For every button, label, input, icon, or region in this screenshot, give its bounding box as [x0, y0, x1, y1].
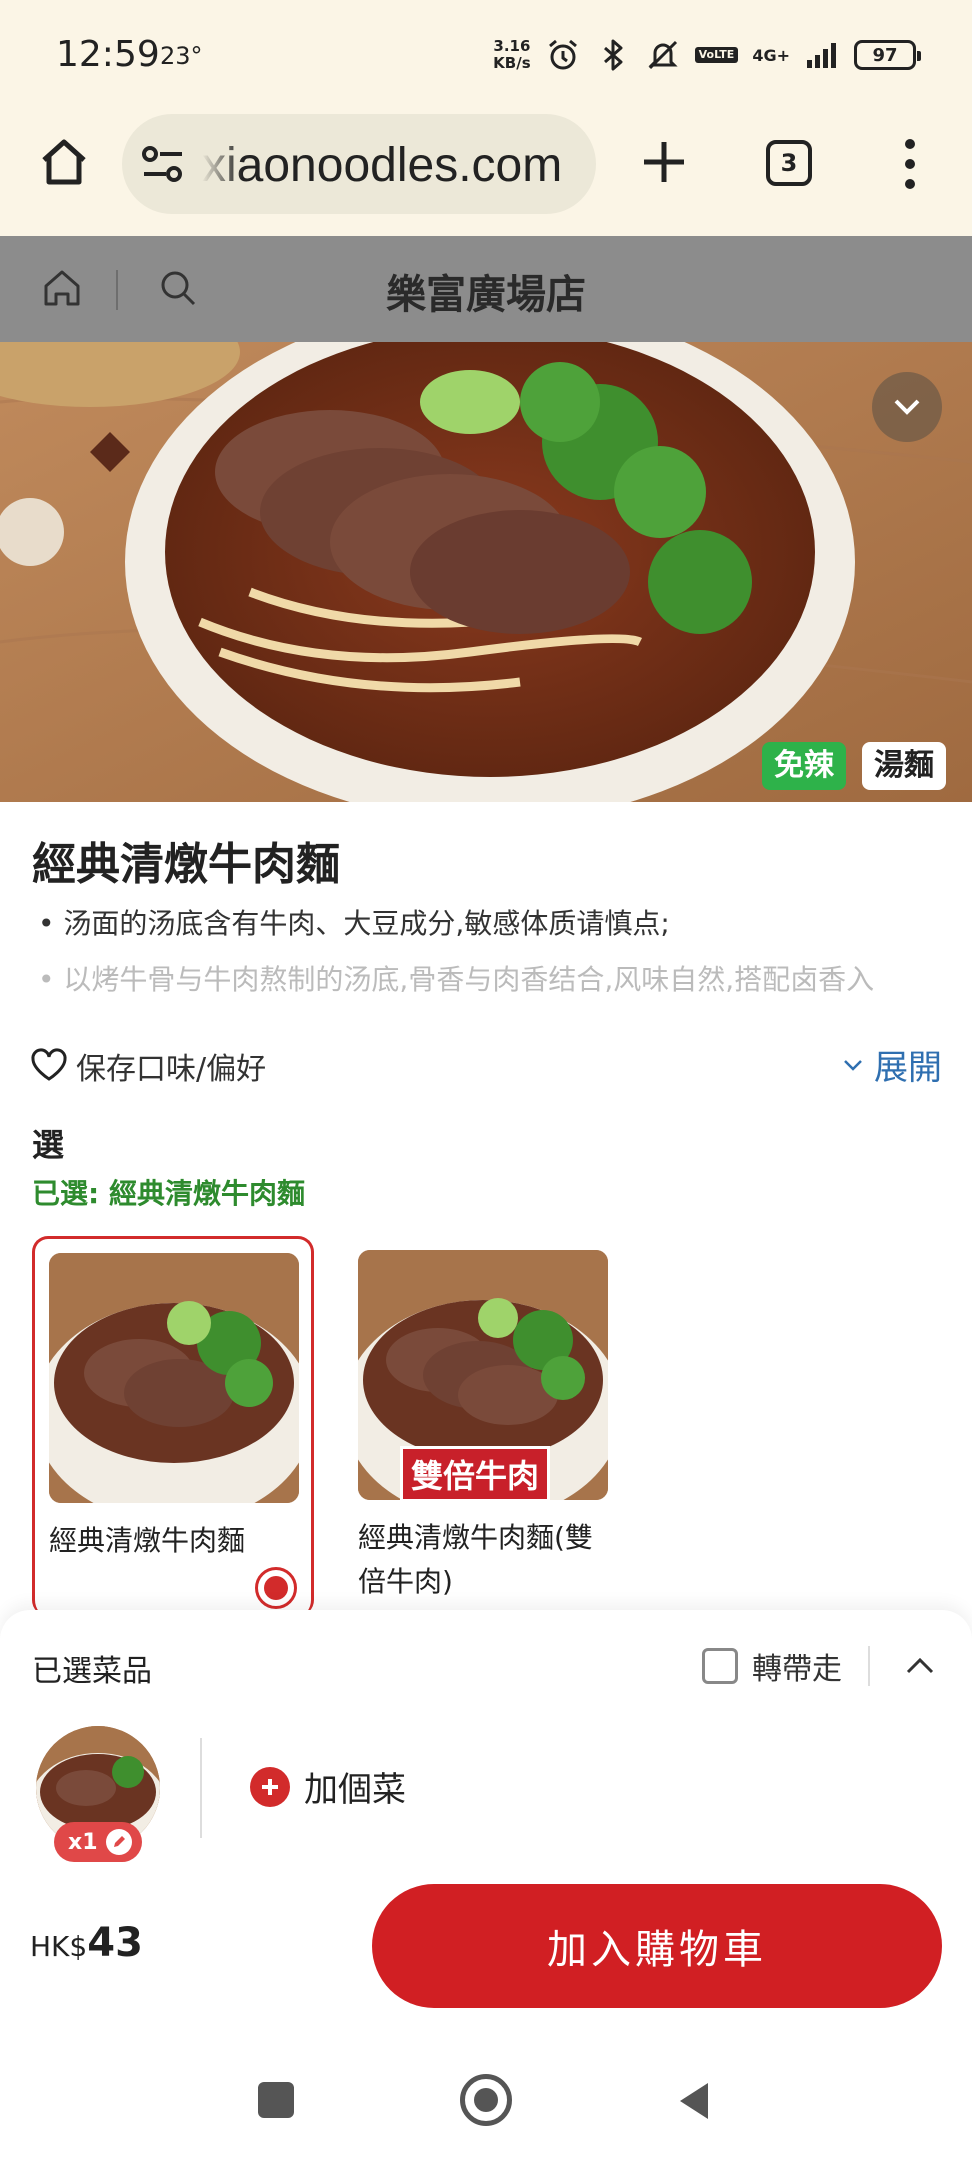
quantity-badge[interactable]: x1 [54, 1822, 142, 1862]
store-title: 樂富廣場店 [386, 272, 586, 318]
system-nav-bar [0, 2030, 972, 2160]
network-speed: 3.16 KB/s [493, 38, 530, 72]
volte-badge: VoLTE [694, 47, 739, 63]
sheet-divider [868, 1646, 870, 1686]
item-divider [200, 1738, 202, 1838]
total-price: HK$43 [30, 1920, 143, 1966]
option-card-classic[interactable]: 經典清燉牛肉麵 [32, 1236, 314, 1616]
recents-square-icon[interactable] [258, 2082, 294, 2118]
site-settings-icon[interactable] [140, 144, 186, 184]
signal-icon [804, 37, 840, 73]
selected-items-title: 已選菜品 [32, 1654, 152, 1689]
option-image [49, 1253, 299, 1503]
bluetooth-icon [595, 37, 631, 73]
more-menu-icon[interactable] [890, 134, 930, 194]
chevron-down-icon [844, 1059, 862, 1071]
address-bar[interactable]: xiaonoodles.com [122, 114, 596, 214]
product-description-line-1: • 汤面的汤底含有牛肉、大豆成分,敏感体质请慎点; [38, 907, 670, 940]
takeaway-checkbox[interactable] [702, 1648, 738, 1684]
edit-icon[interactable] [105, 1829, 132, 1855]
option-heading: 選 [32, 1126, 65, 1164]
expand-button[interactable]: 展開 [842, 1040, 942, 1089]
beef-noodle-illustration [0, 342, 972, 802]
network-type: 4G+ [752, 45, 790, 65]
add-to-cart-button[interactable]: 加入購物車 [372, 1884, 942, 2008]
quantity-text: x1 [68, 1829, 98, 1855]
chevron-up-icon[interactable] [902, 1648, 938, 1684]
alarm-icon [545, 37, 581, 73]
store-header: 樂富廣場店 [0, 236, 972, 342]
double-beef-badge: 雙倍牛肉 [400, 1446, 551, 1500]
status-icons: 3.16 KB/s VoLTE 4G+ 97 [493, 34, 921, 76]
price-value: 43 [87, 1920, 143, 1966]
option-name: 經典清燉牛肉麵 [49, 1524, 246, 1557]
add-dish-label: 加個菜 [304, 1770, 406, 1810]
status-bar: 12:59 23° 3.16 KB/s VoLTE 4G+ 97 [0, 0, 972, 110]
product-title: 經典清燉牛肉麵 [32, 839, 340, 890]
network-speed-value: 3.16 [493, 37, 531, 55]
heart-icon[interactable] [30, 1048, 68, 1082]
option-name: 經典清燉牛肉麵(雙倍牛肉) [358, 1521, 593, 1598]
tab-switcher-icon[interactable]: 3 [766, 140, 812, 186]
takeaway-toggle[interactable]: 轉帶走 [702, 1644, 842, 1688]
price-currency: HK$ [30, 1930, 88, 1963]
mute-icon [645, 37, 681, 73]
expand-label: 展開 [874, 1048, 942, 1088]
takeaway-label: 轉帶走 [752, 1652, 842, 1687]
selected-option-text: 已選: 經典清燉牛肉麵 [32, 1177, 305, 1210]
product-description-line-2: • 以烤牛骨与牛肉熬制的汤底,骨香与肉香结合,风味自然,搭配卤香入 [38, 963, 875, 996]
network-speed-unit: KB/s [493, 54, 531, 72]
battery-icon: 97 [854, 40, 921, 70]
chevron-down-icon [894, 399, 920, 415]
add-dish-button[interactable]: 加個菜 [250, 1762, 406, 1811]
option-image: 雙倍牛肉 [358, 1250, 608, 1500]
back-triangle-icon[interactable] [676, 2080, 712, 2122]
battery-level: 97 [872, 44, 898, 66]
tag-not-spicy: 免辣 [762, 742, 846, 790]
selected-items-sheet: 已選菜品 轉帶走 x1 加個菜 HK$43 加入購物車 [0, 1610, 972, 2030]
collapse-image-button[interactable] [872, 372, 942, 442]
option-card-double-beef[interactable]: 雙倍牛肉 經典清燉牛肉麵(雙倍牛肉) [344, 1236, 626, 1616]
home-icon[interactable] [36, 134, 92, 190]
preference-row: 保存口味/偏好 展開 [30, 1040, 942, 1090]
browser-toolbar: xiaonoodles.com 3 [0, 110, 972, 236]
new-tab-plus-icon[interactable] [636, 134, 692, 190]
url-text[interactable]: xiaonoodles.com [202, 138, 562, 193]
tab-count: 3 [780, 149, 798, 177]
radio-selected[interactable] [255, 1567, 297, 1609]
save-preference-button[interactable]: 保存口味/偏好 [76, 1044, 266, 1088]
status-temperature: 23° [160, 42, 203, 70]
plus-icon [250, 1766, 290, 1807]
home-circle-icon[interactable] [460, 2074, 512, 2126]
product-hero-image: 免辣 湯麵 [0, 342, 972, 802]
status-time: 12:59 [56, 34, 160, 75]
tag-soup-noodle: 湯麵 [862, 742, 946, 790]
